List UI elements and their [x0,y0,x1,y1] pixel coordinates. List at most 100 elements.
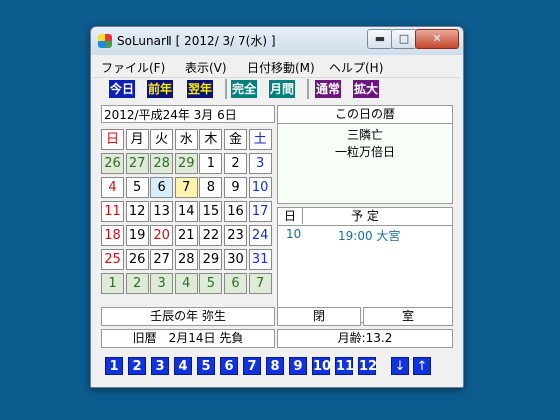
app-window: SoLunarⅡ [ 2012/ 3/ 7(水) ] ▬ □ ✕ ファイル(F)… [90,26,464,388]
calendar-day-cell[interactable]: 20 [150,225,174,246]
schedule-plan-header: 予 定 [351,209,379,223]
calendar-day-cell[interactable]: 27 [150,249,174,270]
weekday-header: 月 [125,129,149,150]
calendar-day-cell[interactable]: 26 [101,153,124,174]
weekday-header: 土 [248,129,272,150]
menu-view[interactable]: 表示(V) [185,59,227,76]
calendar-day-cell[interactable]: 1 [101,273,124,294]
calendar-day-cell[interactable]: 7 [248,273,272,294]
calendar-day-cell[interactable]: 18 [101,225,124,246]
month-button[interactable]: 8 [266,357,284,375]
calendar-day-cell[interactable]: 5 [199,273,223,294]
moon-age: 月齢:13.2 [277,329,453,348]
kanji-info-1: 閉 [277,307,361,326]
arrow-down-button[interactable]: ↓ [391,357,409,375]
monthly-view-button[interactable]: 月間 [269,80,296,98]
calendar-day-cell[interactable]: 4 [101,177,124,198]
enlarge-button[interactable]: 拡大 [353,80,380,98]
calendar-day-cell[interactable]: 5 [125,177,149,198]
title-bar[interactable]: SoLunarⅡ [ 2012/ 3/ 7(水) ] ▬ □ ✕ [91,27,463,55]
close-button[interactable]: ✕ [415,29,459,49]
calendar-day-cell[interactable]: 27 [125,153,149,174]
day-info-line: 三隣亡 [346,128,383,142]
calendar-day-cell[interactable]: 21 [174,225,198,246]
calendar-day-cell[interactable]: 28 [174,249,198,270]
calendar-day-cell[interactable]: 8 [199,177,223,198]
month-button[interactable]: 7 [243,357,261,375]
calendar-day-cell[interactable]: 23 [224,225,247,246]
calendar-day-cell[interactable]: 2 [125,273,149,294]
menu-help[interactable]: ヘルプ(H) [329,59,383,76]
calendar-day-cell[interactable]: 3 [150,273,174,294]
date-display: 2012/平成24年 3月 6日 [101,105,275,123]
month-button[interactable]: 10 [312,357,331,375]
menu-file[interactable]: ファイル(F) [101,59,165,76]
calendar-day-cell[interactable]: 10 [248,177,272,198]
schedule-header: 日 予 定 [277,207,453,226]
day-info-header: この日の暦 [277,105,453,124]
calendar-day-cell[interactable]: 3 [248,153,272,174]
calendar-day-cell[interactable]: 6 [150,177,174,198]
prev-year-button[interactable]: 前年 [147,80,174,98]
year-info: 壬辰の年 弥生 [101,307,275,326]
calendar-day-cell[interactable]: 19 [125,225,149,246]
calendar-day-cell[interactable]: 17 [248,201,272,222]
window-title: SoLunarⅡ [ 2012/ 3/ 7(水) ] [117,34,276,48]
kanji-info-2: 室 [363,307,453,326]
calendar-day-cell[interactable]: 28 [150,153,174,174]
calendar-day-cell[interactable]: 31 [248,249,272,270]
lunar-date: 旧暦 2月14日 先負 [101,329,275,348]
next-year-button[interactable]: 翌年 [187,80,214,98]
month-button[interactable]: 12 [358,357,377,375]
arrow-up-button[interactable]: ↑ [413,357,431,375]
normal-size-button[interactable]: 通常 [315,80,342,98]
weekday-header: 火 [150,129,174,150]
weekday-header: 金 [224,129,247,150]
calendar-day-cell[interactable]: 29 [174,153,198,174]
month-button[interactable]: 4 [174,357,192,375]
calendar-day-cell[interactable]: 22 [199,225,223,246]
toolbar-separator [225,79,227,99]
month-button[interactable]: 2 [128,357,146,375]
calendar-day-cell[interactable]: 12 [125,201,149,222]
calendar-day-cell[interactable]: 16 [224,201,247,222]
calendar-day-cell[interactable]: 13 [150,201,174,222]
calendar-day-cell[interactable]: 26 [125,249,149,270]
weekday-header: 木 [199,129,223,150]
minimize-button[interactable]: ▬ [367,29,393,49]
day-info-panel: この日の暦 三隣亡 一粒万倍日 [277,105,453,204]
day-info-line: 一粒万倍日 [334,145,395,159]
weekday-header: 日 [101,129,124,150]
full-view-button[interactable]: 完全 [231,80,258,98]
schedule-day-header: 日 [284,209,297,223]
schedule-divider [302,208,303,224]
today-button[interactable]: 今日 [109,80,136,98]
app-icon [98,34,112,48]
month-button[interactable]: 1 [105,357,123,375]
calendar-day-cell[interactable]: 1 [199,153,223,174]
calendar-day-cell[interactable]: 14 [174,201,198,222]
calendar-day-cell[interactable]: 30 [224,249,247,270]
month-button[interactable]: 11 [335,357,354,375]
schedule-entry-day: 10 [286,227,302,241]
month-button[interactable]: 6 [220,357,238,375]
weekday-header: 水 [174,129,198,150]
schedule-panel: 日 予 定 10 19:00 大宮 [277,207,453,323]
schedule-entry-text: 19:00 大宮 [338,229,401,243]
calendar-day-cell[interactable]: 25 [101,249,124,270]
calendar-day-cell[interactable]: 4 [174,273,198,294]
calendar-day-cell[interactable]: 29 [199,249,223,270]
calendar-day-cell[interactable]: 11 [101,201,124,222]
month-button[interactable]: 3 [151,357,169,375]
calendar-day-cell[interactable]: 2 [224,153,247,174]
maximize-button[interactable]: □ [391,29,417,49]
month-button[interactable]: 9 [289,357,307,375]
calendar-day-cell[interactable]: 15 [199,201,223,222]
calendar-day-cell[interactable]: 9 [224,177,247,198]
toolbar-separator [307,79,309,99]
calendar-day-cell[interactable]: 7 [174,177,198,198]
calendar-day-cell[interactable]: 24 [248,225,272,246]
calendar-day-cell[interactable]: 6 [224,273,247,294]
month-button[interactable]: 5 [197,357,215,375]
menu-date-move[interactable]: 日付移動(M) [247,59,315,76]
